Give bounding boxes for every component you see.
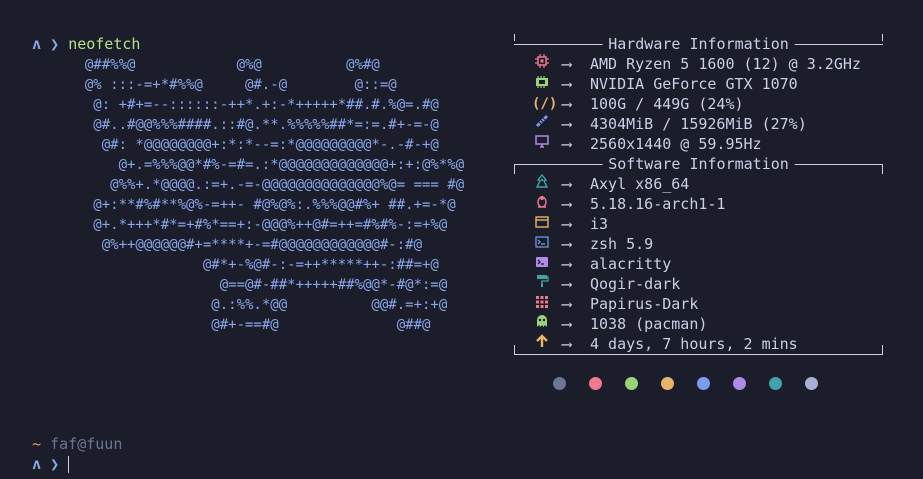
- shell-icon: [532, 234, 552, 254]
- text-cursor: [68, 456, 70, 473]
- arrow-icon: ⟶: [562, 55, 572, 73]
- hardware-section-title: Hardware Information: [602, 34, 795, 54]
- info-row-shell: ⟶ zsh 5.9: [514, 234, 883, 254]
- display-value: 2560x1440 @ 59.95Hz: [590, 135, 762, 153]
- memory-value: 4304MiB / 15926MiB (27%): [590, 115, 807, 133]
- command-line: ʌ ❯ neofetch: [14, 14, 140, 53]
- prompt-path-line: ~ faf@fuun: [14, 414, 122, 453]
- arrow-icon: ⟶: [562, 295, 572, 313]
- palette-swatch: [553, 377, 566, 390]
- ascii-logo: @##%%@ @%@ @%#@ @% :::-=+*#%%@ @#.-@ @::…: [84, 57, 465, 333]
- terminal-icon: [532, 254, 552, 274]
- prompt-chevron-icon: ❯: [50, 455, 60, 473]
- packages-icon: [532, 314, 552, 334]
- command-text: neofetch: [68, 35, 141, 53]
- info-row-disk: (/) ⟶ 100G / 449G (24%): [514, 94, 883, 114]
- hardware-section-header: Hardware Information: [514, 34, 883, 54]
- icons-icon: [532, 294, 552, 314]
- theme-icon: [532, 274, 552, 294]
- cpu-value: AMD Ryzen 5 1600 (12) @ 3.2GHz: [590, 55, 861, 73]
- cpu-icon: [532, 54, 552, 74]
- info-row-wm: ⟶ i3: [514, 214, 883, 234]
- info-row-distro: ⟶ Axyl x86_64: [514, 173, 883, 194]
- arrow-icon: ⟶: [562, 275, 572, 293]
- palette-swatch: [769, 377, 782, 390]
- uptime-icon: [532, 334, 552, 354]
- info-row-gpu: ⟶ NVIDIA GeForce GTX 1070: [514, 74, 883, 94]
- gpu-value: NVIDIA GeForce GTX 1070: [590, 75, 798, 93]
- system-info-panel: Hardware Information ⟶ AMD Ryzen 5 1600 …: [514, 34, 883, 364]
- palette-swatch: [589, 377, 602, 390]
- disk-icon: (/): [532, 96, 558, 112]
- distro-value: Axyl x86_64: [590, 175, 690, 193]
- palette-swatch: [805, 377, 818, 390]
- arrow-icon: ⟶: [562, 255, 572, 273]
- software-section-header: Software Information: [514, 154, 883, 174]
- shell-value: zsh 5.9: [590, 235, 654, 253]
- info-row-theme: ⟶ Qogir-dark: [514, 274, 883, 294]
- arrow-icon: ⟶: [562, 335, 572, 353]
- disk-value: 100G / 449G (24%): [590, 95, 744, 113]
- distro-icon: [532, 173, 552, 194]
- arrow-icon: ⟶: [562, 315, 572, 333]
- panel-bottom-border: [514, 345, 883, 364]
- prompt-logo-icon: ʌ: [32, 35, 42, 53]
- arrow-icon: ⟶: [562, 115, 572, 133]
- theme-value: Qogir-dark: [590, 275, 681, 293]
- memory-icon: [532, 114, 552, 134]
- color-palette: [553, 377, 841, 390]
- palette-swatch: [697, 377, 710, 390]
- palette-swatch: [625, 377, 638, 390]
- monitor-icon: [532, 134, 552, 154]
- wm-value: i3: [590, 215, 609, 233]
- info-row-terminal: ⟶ alacritty: [514, 254, 883, 274]
- kernel-value: 5.18.16-arch1-1: [590, 195, 726, 213]
- palette-swatch: [661, 377, 674, 390]
- info-row-icons: ⟶ Papirus-Dark: [514, 294, 883, 314]
- arrow-icon: ⟶: [562, 215, 572, 233]
- arrow-icon: ⟶: [562, 235, 572, 253]
- packages-value: 1038 (pacman): [590, 315, 708, 333]
- terminal-value: alacritty: [590, 255, 672, 273]
- gpu-icon: [532, 74, 552, 94]
- arrow-icon: ⟶: [562, 95, 572, 113]
- arrow-icon: ⟶: [562, 195, 572, 213]
- info-row-kernel: ⟶ 5.18.16-arch1-1: [514, 194, 883, 214]
- icons-value: Papirus-Dark: [590, 295, 699, 313]
- prompt-chevron-icon: ❯: [50, 35, 60, 53]
- arrow-icon: ⟶: [562, 175, 572, 193]
- info-row-uptime: ⟶ 4 days, 7 hours, 2 mins: [514, 334, 883, 354]
- arrow-icon: ⟶: [562, 75, 572, 93]
- info-row-cpu: ⟶ AMD Ryzen 5 1600 (12) @ 3.2GHz: [514, 54, 883, 74]
- info-row-display: ⟶ 2560x1440 @ 59.95Hz: [514, 134, 883, 154]
- info-row-packages: ⟶ 1038 (pacman): [514, 314, 883, 334]
- software-section-title: Software Information: [602, 154, 795, 174]
- palette-swatch: [733, 377, 746, 390]
- input-line[interactable]: ʌ ❯: [14, 434, 70, 473]
- kernel-icon: [532, 194, 552, 214]
- prompt-logo-icon: ʌ: [32, 455, 42, 473]
- wm-icon: [532, 214, 552, 234]
- uptime-value: 4 days, 7 hours, 2 mins: [590, 335, 798, 353]
- info-row-memory: ⟶ 4304MiB / 15926MiB (27%): [514, 114, 883, 134]
- arrow-icon: ⟶: [562, 135, 572, 153]
